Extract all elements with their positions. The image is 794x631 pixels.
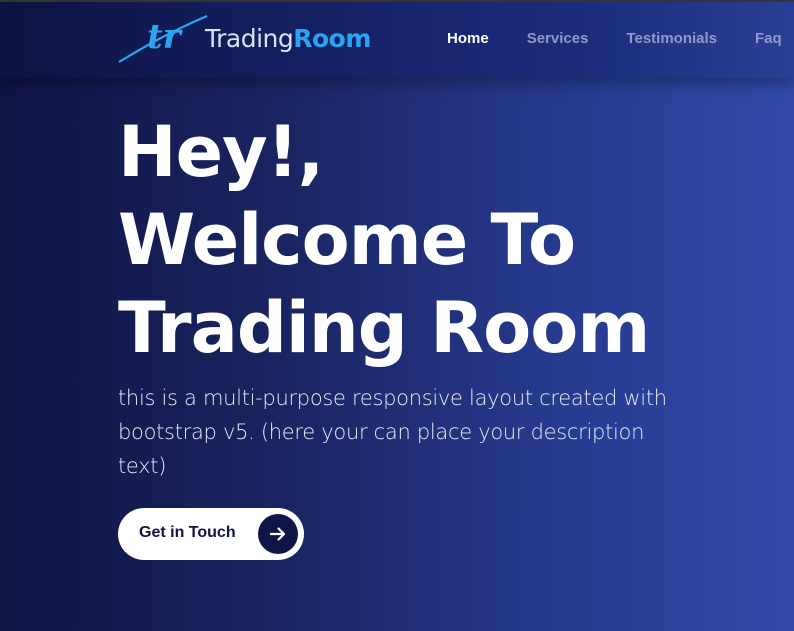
arrow-right-icon <box>269 527 286 541</box>
brand-name: TradingRoom <box>205 24 371 53</box>
navbar: tr TradingRoom Home Services Testimonial… <box>0 2 794 78</box>
cta-icon-circle <box>258 514 298 554</box>
hero-description: this is a multi-purpose responsive layou… <box>118 386 667 478</box>
page: tr TradingRoom Home Services Testimonial… <box>0 0 794 631</box>
get-in-touch-button[interactable]: Get in Touch <box>118 508 304 560</box>
logo-mark-letters: tr <box>147 17 183 57</box>
hero-title-line3: Trading Room <box>118 287 650 369</box>
main-nav: Home Services Testimonials Faq <box>447 30 794 47</box>
brand-logo[interactable]: tr TradingRoom <box>117 14 382 66</box>
brand-name-part2: Room <box>293 24 371 53</box>
brand-name-part1: Trading <box>205 24 294 53</box>
logo-mark-icon: tr <box>118 14 208 63</box>
hero-title-line1: Hey!, <box>118 111 324 193</box>
get-in-touch-label: Get in Touch <box>139 524 236 541</box>
nav-item-home[interactable]: Home <box>447 30 489 47</box>
hero-title-line2: Welcome To <box>118 199 576 281</box>
nav-item-services[interactable]: Services <box>527 30 589 47</box>
hero-title: Hey!, Welcome To Trading Room <box>118 108 650 372</box>
nav-item-faq[interactable]: Faq <box>755 30 782 47</box>
nav-item-testimonials[interactable]: Testimonials <box>626 30 717 47</box>
